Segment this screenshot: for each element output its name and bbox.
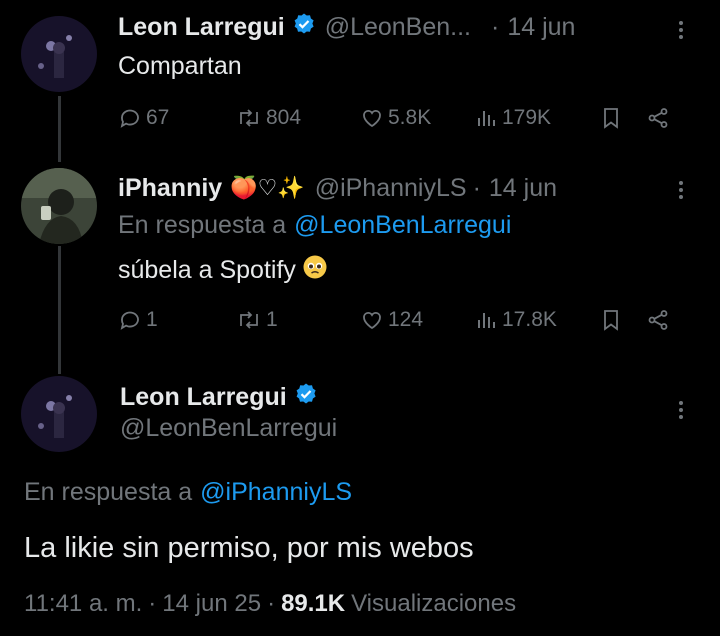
avatar[interactable]: [21, 376, 97, 452]
verified-icon: [292, 12, 316, 43]
reply-mention-link[interactable]: @LeonBenLarregui: [294, 211, 511, 240]
separator-dot: ·: [267, 590, 276, 617]
reply-button[interactable]: 1: [118, 308, 236, 332]
separator-dot: ·: [491, 12, 500, 41]
thread-line: [58, 246, 61, 374]
reply-prefix: En respuesta a: [24, 478, 193, 506]
reply-prefix: En respuesta a: [118, 211, 287, 239]
tweet-time[interactable]: 11:41 a. m.: [24, 590, 142, 618]
reply-button[interactable]: 67: [118, 106, 236, 130]
like-icon: [363, 109, 381, 128]
share-button[interactable]: [646, 308, 670, 332]
verified-icon: [294, 382, 318, 413]
tweet-meta: 11:41 a. m. · 14 jun 25 · 89.1K Visualiz…: [24, 590, 516, 618]
more-icon[interactable]: [679, 18, 683, 42]
share-icon: [648, 108, 668, 128]
like-count: 5.8K: [388, 106, 432, 129]
reply-count: 67: [146, 106, 170, 129]
tweet-date[interactable]: 14 jun: [489, 174, 557, 203]
views-count: 89.1K: [281, 590, 346, 617]
like-count: 124: [388, 308, 424, 331]
separator-dot: ·: [148, 590, 157, 617]
more-icon[interactable]: [679, 178, 683, 202]
tweet2-actions: 1 1 124 17.8K: [118, 308, 688, 332]
views-button[interactable]: 179K: [476, 106, 600, 130]
reply-mention-link[interactable]: @iPhanniyLS: [200, 478, 352, 507]
retweet-button[interactable]: 1: [236, 308, 360, 332]
retweet-count: 1: [266, 308, 278, 331]
author-name[interactable]: Leon Larregui: [118, 13, 285, 42]
reply-count: 1: [146, 308, 158, 331]
like-button[interactable]: 124: [360, 308, 476, 332]
tweet3-author: Leon Larregui: [120, 380, 318, 414]
reply-icon: [120, 311, 139, 330]
author-handle[interactable]: @LeonBen...: [325, 13, 471, 42]
author-name[interactable]: iPhanniy: [118, 174, 222, 203]
avatar[interactable]: [21, 168, 97, 244]
bookmark-button[interactable]: [600, 106, 646, 130]
retweet-button[interactable]: 804: [236, 106, 360, 130]
views-button[interactable]: 17.8K: [476, 308, 600, 332]
thread-line: [58, 96, 61, 162]
separator-dot: ·: [472, 173, 481, 202]
pleading-emoji: [302, 254, 328, 287]
tweet-text: La likie sin permiso, por mis webos: [24, 532, 474, 564]
tweet-date[interactable]: 14 jun 25: [162, 590, 261, 618]
like-icon: [363, 311, 381, 330]
more-icon[interactable]: [679, 398, 683, 422]
author-handle[interactable]: @LeonBenLarregui: [120, 414, 337, 443]
tweet1-actions: 67 804 5.8K 179K: [118, 106, 688, 130]
reply-icon: [120, 109, 139, 128]
share-button[interactable]: [646, 106, 670, 130]
bookmark-icon: [604, 108, 618, 129]
retweet-icon: [240, 311, 258, 329]
tweet2-header: iPhanniy 🍑♡✨ @iPhanniyLS · 14 jun: [118, 171, 557, 205]
tweet-text: súbela a Spotify: [118, 254, 328, 287]
views-count: 17.8K: [502, 308, 557, 331]
retweet-count: 804: [266, 106, 302, 129]
tweet-text: Compartan: [118, 52, 242, 80]
bookmark-button[interactable]: [600, 308, 646, 332]
retweet-icon: [240, 109, 258, 127]
tweet-date[interactable]: 14 jun: [507, 13, 575, 42]
views-label[interactable]: Visualizaciones: [351, 590, 516, 618]
like-button[interactable]: 5.8K: [360, 106, 476, 130]
author-name[interactable]: Leon Larregui: [120, 383, 287, 412]
bookmark-icon: [604, 310, 618, 331]
author-handle[interactable]: @iPhanniyLS: [315, 174, 467, 203]
name-emoji: 🍑♡✨: [230, 175, 305, 201]
views-icon: [478, 313, 495, 328]
reply-context: En respuesta a @LeonBenLarregui: [118, 211, 511, 240]
tweet-body: súbela a Spotify: [118, 256, 296, 284]
views-count: 179K: [502, 106, 552, 129]
views-icon: [478, 111, 495, 126]
reply-context: En respuesta a @iPhanniyLS: [24, 478, 352, 507]
avatar[interactable]: [21, 16, 97, 92]
tweet1-header: Leon Larregui @LeonBen... · 14 jun: [118, 10, 575, 44]
share-icon: [648, 310, 668, 330]
